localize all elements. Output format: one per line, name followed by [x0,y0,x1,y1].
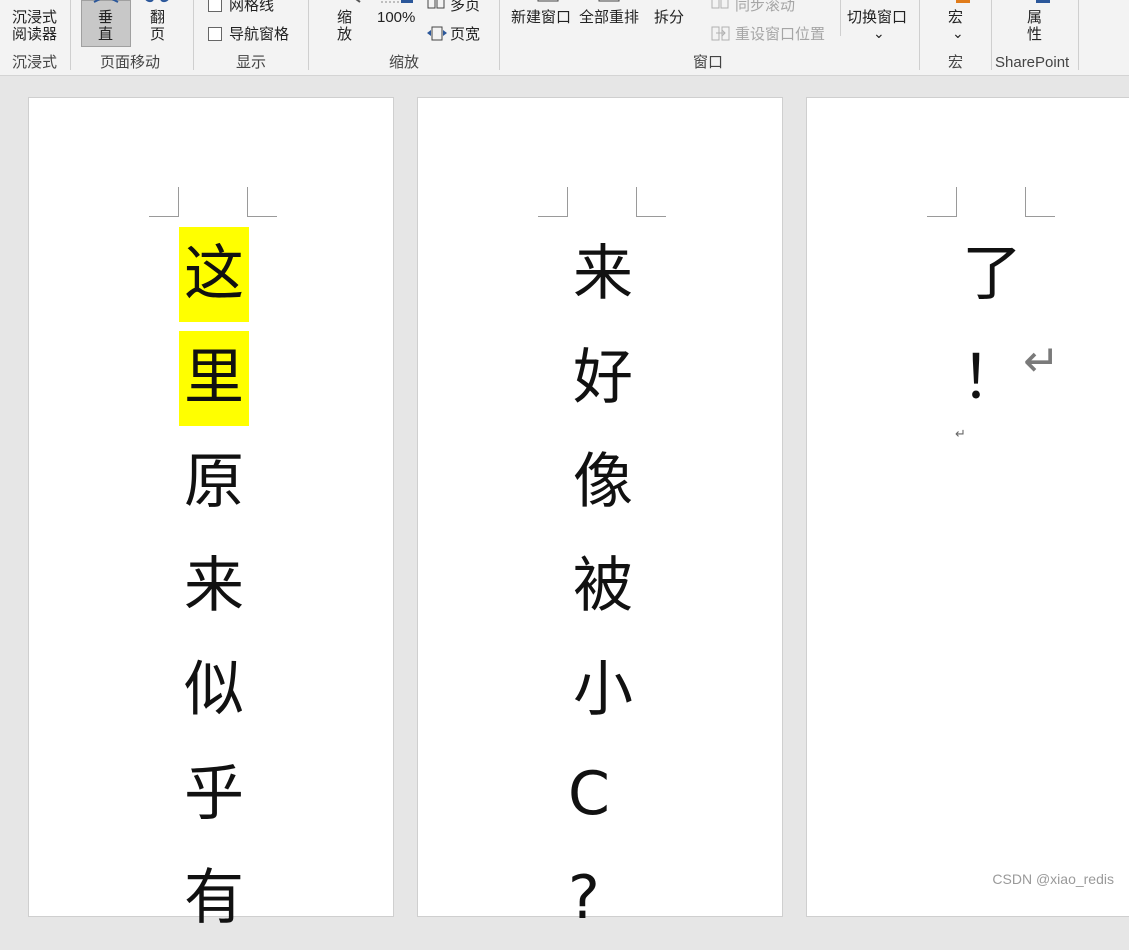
group-divider [991,0,992,70]
margin-corner-mark [636,187,666,217]
zoom-button[interactable]: 缩 放 [337,9,352,43]
text-char: ? [568,863,600,933]
arrange-all-icon [598,0,620,2]
new-window-icon [537,0,559,2]
vertical-text-column: 了 ！ [957,222,1027,430]
page-width-button[interactable]: 页宽 [450,26,480,43]
switch-windows-icon [858,0,882,4]
document-page-2[interactable]: 来 好 像 被 小 C ? [417,97,783,928]
group-divider [840,0,841,36]
document-page-3[interactable]: 了 ！ ↵ ↵ [806,97,1129,917]
text-char: 被 [573,551,633,621]
zoom-100-button[interactable]: 100% [377,9,415,26]
group-macros: 宏 [948,54,964,71]
group-divider [499,0,500,70]
text-char: 像 [573,447,633,517]
margin-corner-mark [1025,187,1055,217]
text-char: 了 [962,239,1022,309]
group-page-movement: 页面移动 [100,54,161,71]
document-page-1[interactable]: 这 里 原 来 似 乎 有 [28,97,394,928]
highlighted-char: 里 [179,330,249,426]
properties-button[interactable]: 属 性 [1027,9,1042,43]
nav-pane-checkbox[interactable] [208,27,222,41]
flip-label-2: 页 [150,26,166,43]
split-button[interactable]: 拆分 [654,9,684,26]
immersive-reader-button[interactable]: 沉浸式 阅读器 [12,9,57,43]
text-char: 好 [573,343,633,413]
text-char: 乎 [184,759,244,829]
vertical-label-1: 垂 [98,9,114,26]
group-window: 窗口 [693,54,724,71]
gridlines-checkbox[interactable] [208,0,222,12]
text-char: 里 [179,326,249,430]
immersive-reader-label-2: 阅读器 [12,26,58,43]
margin-corner-mark [149,187,179,217]
properties-icon [1036,0,1050,3]
reset-position-button[interactable]: 重设窗口位置 [735,26,825,43]
switch-windows-chevron-icon[interactable]: ⌄ [873,25,885,42]
margin-corner-mark [247,187,277,217]
zoom-label-1: 缩 [337,9,353,26]
macros-button[interactable]: 宏 [948,9,963,26]
zoom-100-icon [381,0,413,3]
text-char: 这 [179,222,249,326]
watermark: CSDN @xiao_redis [992,871,1114,887]
group-zoom: 缩放 [389,54,420,71]
zoom-icon [355,0,361,3]
highlighted-char: 这 [179,226,249,322]
group-divider [919,0,920,70]
text-char: ！ [961,343,1021,413]
text-char: 似 [184,655,244,725]
group-divider [193,0,194,70]
properties-label-1: 属 [1027,9,1043,26]
page-width-icon [427,26,447,41]
text-char: 来 [573,239,633,309]
group-divider [70,0,71,70]
reset-position-icon [711,26,730,41]
zoom-label-2: 放 [337,26,353,43]
group-sharepoint: SharePoint [995,54,1070,71]
group-divider [308,0,309,70]
gridlines-label: 网格线 [229,0,275,14]
group-immersive: 沉浸式 [12,54,58,71]
vertical-label: 垂 直 [98,9,113,43]
group-show: 显示 [236,54,267,71]
sync-scroll-button[interactable]: 同步滚动 [735,0,795,14]
nav-pane-label: 导航窗格 [229,26,290,43]
macros-chevron-icon[interactable]: ⌄ [952,25,964,42]
macros-icon [956,0,970,3]
text-char: 原 [184,447,244,517]
margin-corner-mark [927,187,957,217]
vertical-label-2: 直 [98,26,114,43]
properties-label-2: 性 [1027,26,1043,43]
immersive-reader-icon [14,0,50,4]
immersive-reader-label-1: 沉浸式 [12,9,58,26]
multi-page-icon [427,0,445,9]
margin-corner-mark [538,187,568,217]
text-char: 来 [184,551,244,621]
text-char: 小 [573,655,633,725]
text-char: C [568,759,610,829]
paragraph-mark-icon: ↵ [955,427,966,442]
new-window-button[interactable]: 新建窗口 [511,9,571,26]
vertical-text-column: 这 里 原 来 似 乎 有 [179,222,249,950]
return-arrow-icon: ↵ [1023,336,1060,387]
flip-label-1: 翻 [150,9,166,26]
arrange-all-button[interactable]: 全部重排 [579,9,639,26]
switch-windows-button[interactable]: 切换窗口 [847,9,907,26]
text-char: 有 [184,863,244,933]
vertical-icon [93,0,119,3]
multi-page-button[interactable]: 多页 [450,0,480,14]
ribbon: 沉浸式 阅读器 沉浸式 垂 直 翻 页 页面移动 网格线 导航窗格 显示 缩 放… [0,0,1129,76]
vertical-text-column: 来 好 像 被 小 C ? [568,222,638,950]
flip-page-button[interactable]: 翻 页 [150,9,165,43]
sync-scroll-icon [711,0,729,9]
flip-page-icon [145,0,169,3]
group-divider [1078,0,1079,70]
